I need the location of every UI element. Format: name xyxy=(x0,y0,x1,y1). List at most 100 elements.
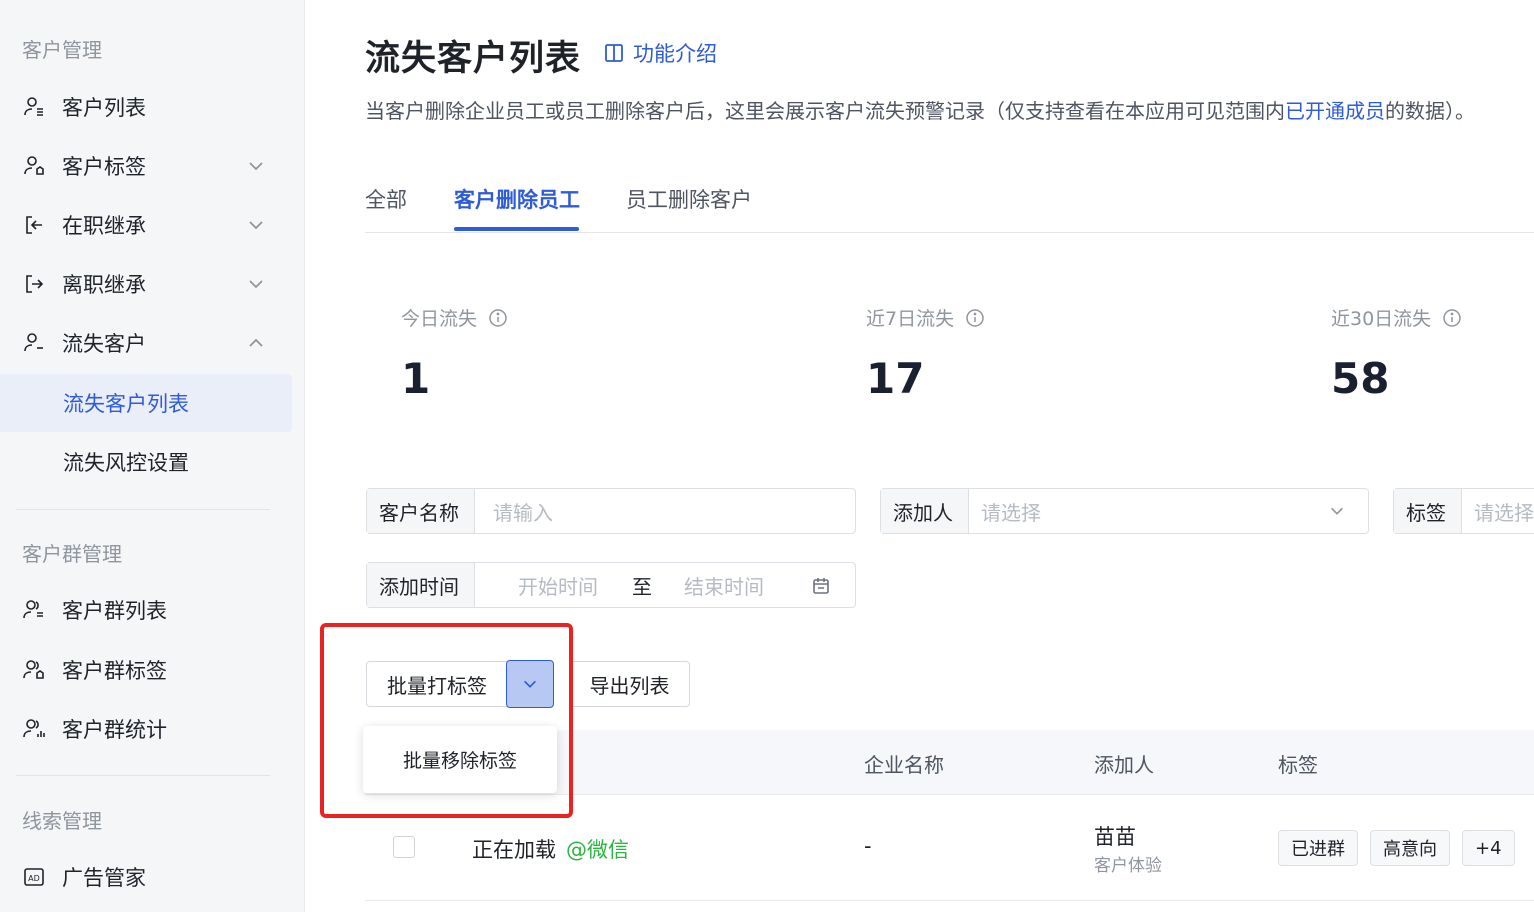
active-tab-indicator xyxy=(454,227,579,231)
sidebar-item-customer-tags[interactable]: 客户标签 xyxy=(0,137,292,195)
sidebar-item-label: 流失客户 xyxy=(62,332,146,356)
book-icon xyxy=(603,42,625,64)
feature-intro-label: 功能介绍 xyxy=(633,42,717,66)
chevron-down-icon[interactable] xyxy=(246,215,266,235)
add-time-range[interactable]: 添加时间 开始时间 至 结束时间 xyxy=(366,562,856,608)
sidebar-item-group-tags[interactable]: 客户群标签 xyxy=(0,641,292,699)
sidebar-item-active-inherit[interactable]: 在职继承 xyxy=(0,196,292,254)
group-tag-icon xyxy=(22,658,46,682)
stat-label: 今日流失 xyxy=(401,308,478,330)
divider xyxy=(16,775,270,776)
sidebar-item-lost-customer-list[interactable]: 流失客户列表 xyxy=(0,374,292,432)
customer-name-field[interactable]: 客户名称 请输入 xyxy=(366,488,856,534)
chevron-down-icon[interactable] xyxy=(246,274,266,294)
page-title: 流失客户列表 xyxy=(365,39,582,79)
group-stats-icon xyxy=(22,717,46,741)
batch-tag-dropdown-menu: 批量移除标签 xyxy=(363,726,557,793)
sidebar-item-label: 广告管家 xyxy=(62,866,146,890)
field-label: 客户名称 xyxy=(367,489,475,533)
calendar-icon[interactable] xyxy=(811,576,831,596)
tag-chip: 已进群 xyxy=(1278,830,1358,866)
enabled-members-link[interactable]: 已开通成员 xyxy=(1285,99,1385,123)
sidebar-item-group-list[interactable]: 客户群列表 xyxy=(0,581,292,639)
range-separator: 至 xyxy=(632,574,652,599)
customer-name: 正在加载 @微信 xyxy=(472,834,629,864)
stat-value: 58 xyxy=(1331,354,1390,403)
tag-chip: 高意向 xyxy=(1370,830,1450,866)
info-icon[interactable] xyxy=(488,308,508,328)
table-row[interactable]: 正在加载 @微信 - 苗苗 客户体验 已进群 高意向 +4 xyxy=(365,795,1534,901)
tab-all[interactable]: 全部 xyxy=(365,184,407,214)
sidebar-item-label: 流失风控设置 xyxy=(63,451,189,475)
info-icon[interactable] xyxy=(965,308,985,328)
sidebar: 客户管理 客户列表 客户标签 在职继承 离职继承 流失客户 流失客户列表 流失风… xyxy=(0,0,305,912)
section-title-customer: 客户管理 xyxy=(22,38,102,62)
field-label: 添加人 xyxy=(881,489,969,533)
customer-name-input[interactable]: 请输入 xyxy=(475,497,553,526)
chevron-down-icon[interactable] xyxy=(246,156,266,176)
svg-text:AD: AD xyxy=(28,874,40,883)
logout-icon xyxy=(22,272,46,296)
tab-customer-deleted-staff[interactable]: 客户删除员工 xyxy=(454,184,580,214)
sidebar-item-lost-customers[interactable]: 流失客户 xyxy=(0,314,292,372)
adder-name: 苗苗 xyxy=(1094,825,1136,849)
sidebar-item-lost-risk-settings[interactable]: 流失风控设置 xyxy=(0,433,292,491)
stat-label: 近7日流失 xyxy=(866,308,955,330)
sidebar-item-label: 客户群列表 xyxy=(62,599,167,623)
stat-7days: 近7日流失 17 xyxy=(866,304,985,403)
wechat-source: @微信 xyxy=(566,838,629,862)
chevron-down-icon[interactable] xyxy=(1328,502,1346,520)
user-tag-icon xyxy=(22,154,46,178)
customer-name-text: 正在加载 xyxy=(472,838,556,862)
batch-tag-dropdown-toggle[interactable] xyxy=(506,660,554,708)
chevron-up-icon[interactable] xyxy=(246,333,266,353)
tag-select-value[interactable]: 请选择 xyxy=(1462,497,1534,526)
sidebar-item-label: 在职继承 xyxy=(62,214,146,238)
info-icon[interactable] xyxy=(1442,308,1462,328)
adder-select[interactable]: 添加人 请选择 xyxy=(880,488,1369,534)
tab-bar: 全部 客户删除员工 员工删除客户 xyxy=(365,170,1534,233)
sidebar-item-label: 客户列表 xyxy=(62,96,146,120)
end-time-input[interactable]: 结束时间 xyxy=(652,571,764,600)
section-title-leads: 线索管理 xyxy=(22,809,102,833)
user-lost-icon xyxy=(22,331,46,355)
row-checkbox[interactable] xyxy=(393,836,415,858)
more-tags-chip[interactable]: +4 xyxy=(1462,830,1515,866)
sidebar-item-label: 客户群标签 xyxy=(62,659,167,683)
ad-icon: AD xyxy=(22,865,46,889)
tag-select[interactable]: 标签 请选择 xyxy=(1393,488,1534,534)
stat-value: 1 xyxy=(401,354,431,403)
sidebar-item-resigned-inherit[interactable]: 离职继承 xyxy=(0,255,292,313)
stat-label: 近30日流失 xyxy=(1331,308,1432,330)
batch-remove-tag-menu-item[interactable]: 批量移除标签 xyxy=(403,746,517,773)
desc-text: 当客户删除企业员工或员工删除客户后，这里会展示客户流失预警记录（仅支持查看在本应… xyxy=(365,99,1285,123)
feature-intro-link[interactable]: 功能介绍 xyxy=(603,38,717,68)
field-label: 标签 xyxy=(1394,489,1462,533)
sidebar-item-label: 客户标签 xyxy=(62,155,146,179)
start-time-input[interactable]: 开始时间 xyxy=(475,571,598,600)
user-list-icon xyxy=(22,95,46,119)
sidebar-item-ad-manager[interactable]: AD 广告管家 xyxy=(0,848,292,906)
export-list-button[interactable]: 导出列表 xyxy=(569,661,690,707)
stat-30days: 近30日流失 58 xyxy=(1331,304,1462,403)
adder-select-value[interactable]: 请选择 xyxy=(969,497,1041,526)
stat-value: 17 xyxy=(866,354,925,403)
sidebar-item-customer-list[interactable]: 客户列表 xyxy=(0,78,292,136)
login-icon xyxy=(22,213,46,237)
sidebar-item-label: 客户群统计 xyxy=(62,718,167,742)
desc-text-end: 的数据）。 xyxy=(1385,99,1475,123)
batch-tag-button[interactable]: 批量打标签 xyxy=(366,661,508,707)
field-label: 添加时间 xyxy=(367,563,475,607)
column-header: 标签 xyxy=(1278,753,1318,777)
chevron-down-icon xyxy=(521,675,539,693)
company-name: - xyxy=(864,834,872,858)
sidebar-item-label: 离职继承 xyxy=(62,273,146,297)
column-header: 添加人 xyxy=(1094,753,1154,777)
stat-today: 今日流失 1 xyxy=(401,304,508,403)
divider xyxy=(16,509,270,510)
adder-department: 客户体验 xyxy=(1094,856,1162,876)
tab-staff-deleted-customer[interactable]: 员工删除客户 xyxy=(626,184,752,214)
sidebar-item-group-stats[interactable]: 客户群统计 xyxy=(0,700,292,758)
section-title-group: 客户群管理 xyxy=(22,542,122,566)
column-header: 企业名称 xyxy=(864,753,944,777)
